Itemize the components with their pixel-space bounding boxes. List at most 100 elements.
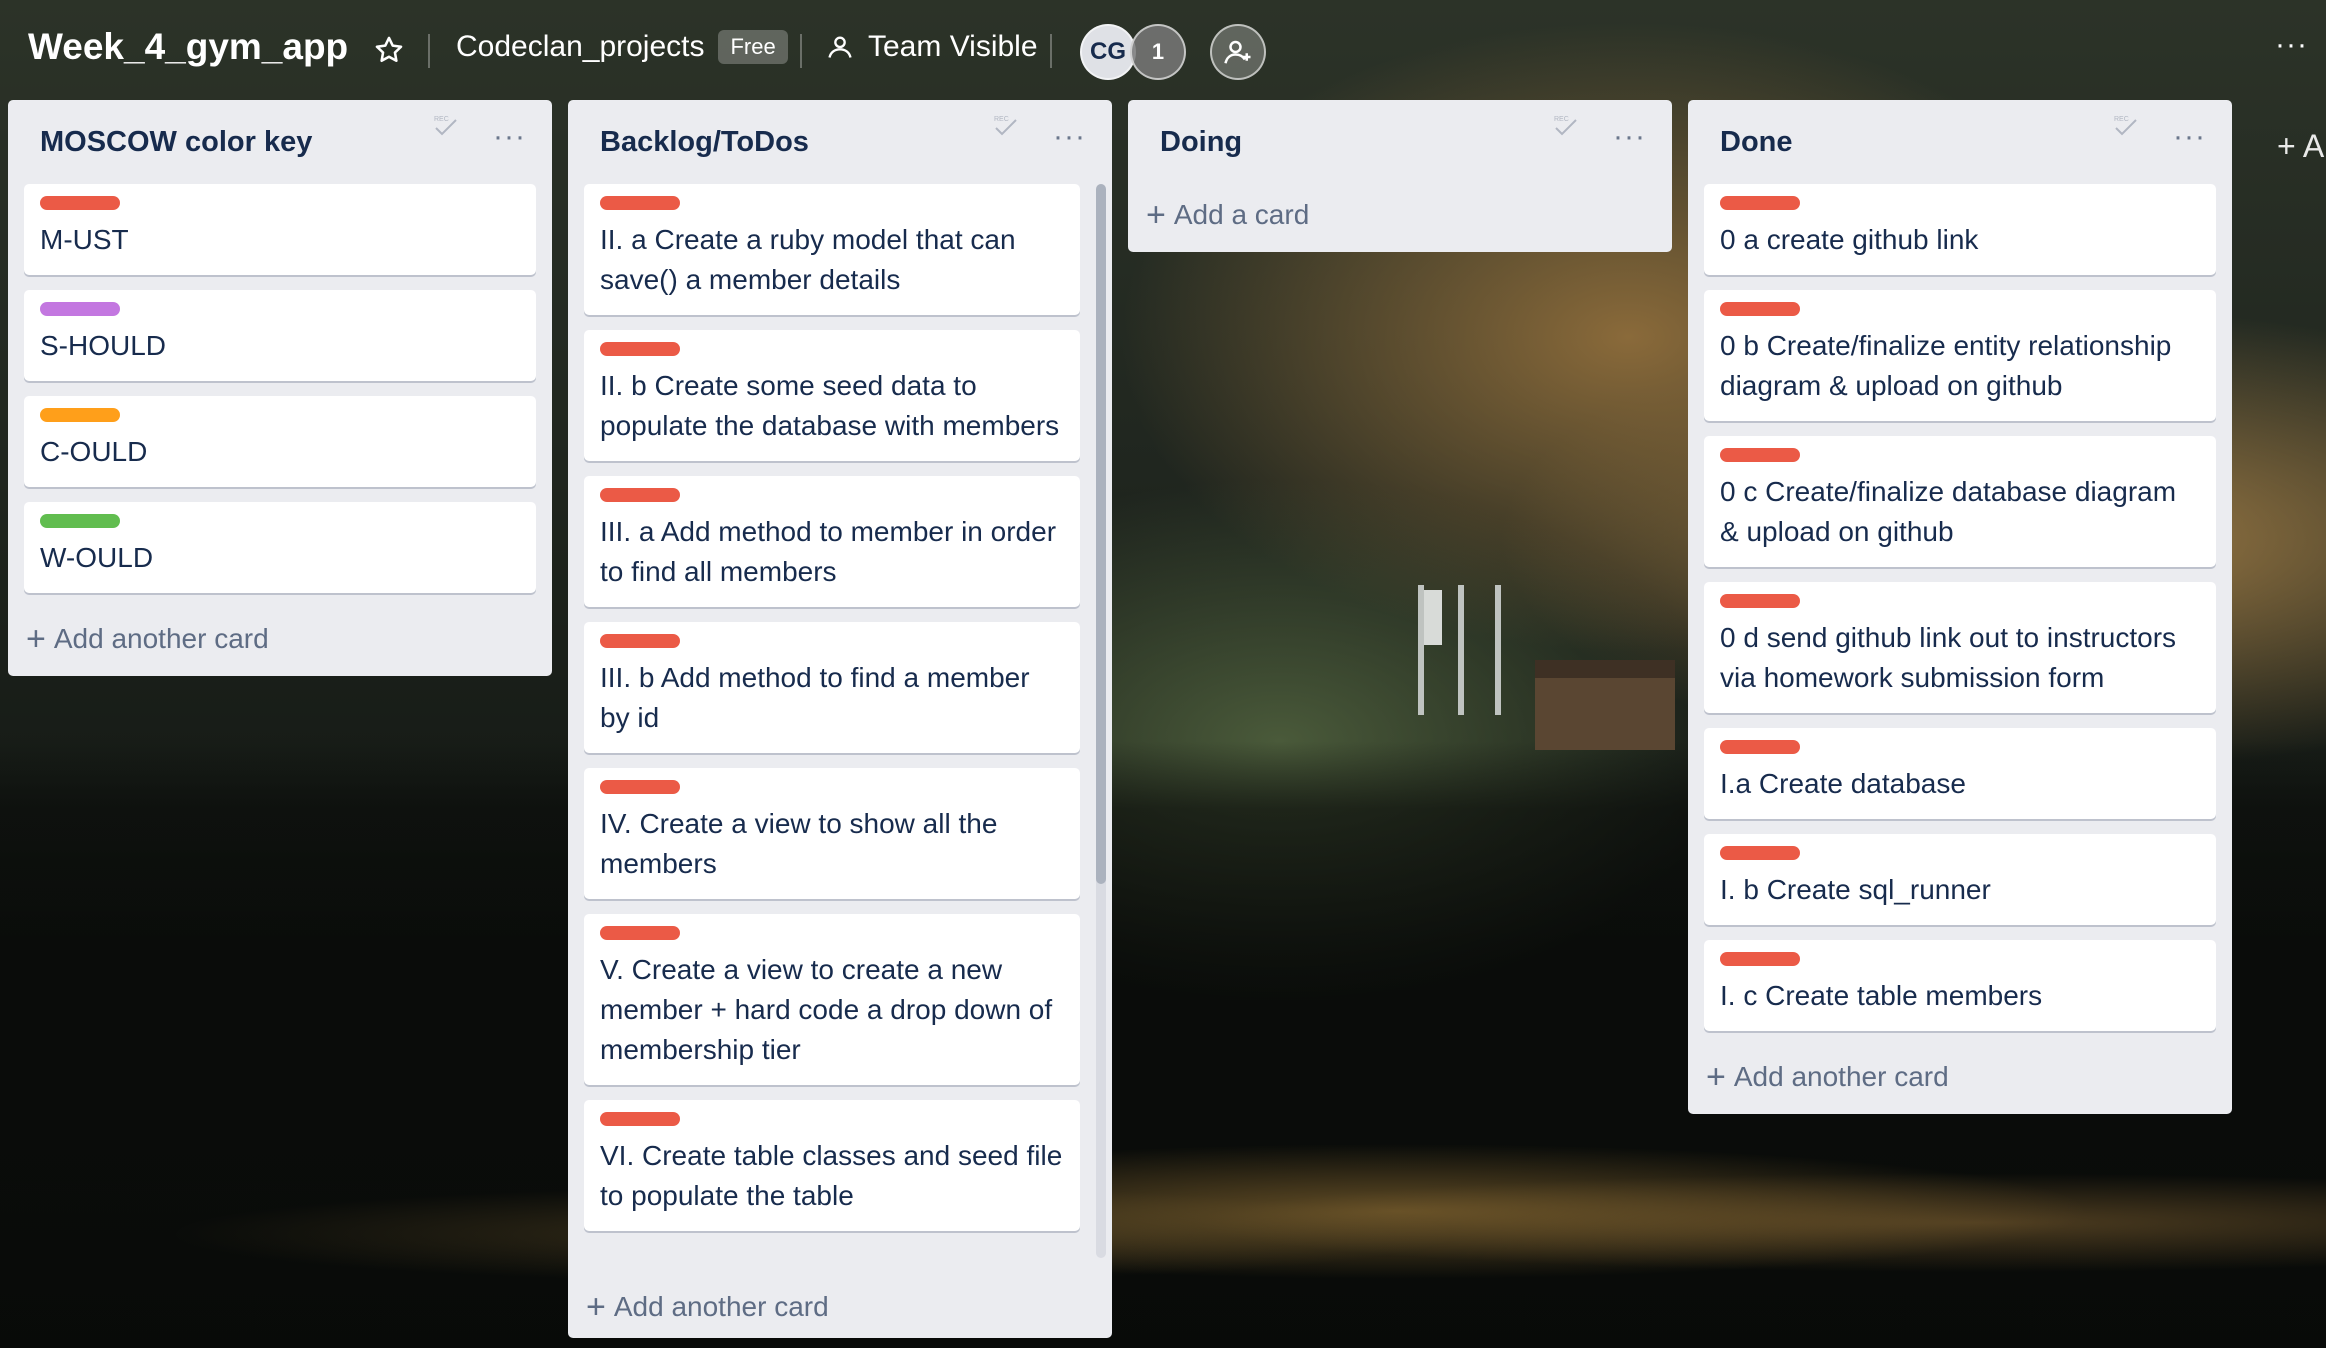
card[interactable]: I. c Create table members <box>1704 940 2216 1031</box>
card-label[interactable] <box>40 514 120 528</box>
card-title: II. a Create a ruby model that can save(… <box>600 224 1016 295</box>
card-title: 0 a create github link <box>1720 224 1979 255</box>
add-member-icon[interactable] <box>1210 24 1266 80</box>
svg-text:REC: REC <box>994 116 1009 123</box>
card-title: I.a Create database <box>1720 768 1966 799</box>
list-title[interactable]: Doing <box>1160 126 1242 159</box>
list-menu-button[interactable]: ··· <box>493 120 526 154</box>
card[interactable]: II. b Create some seed data to populate … <box>584 330 1080 461</box>
add-list-button[interactable]: + A <box>2277 128 2324 165</box>
add-card-button[interactable]: + Add another card <box>1704 1046 2216 1108</box>
list-menu-button[interactable]: ··· <box>1613 120 1646 154</box>
member-initials: CG <box>1090 38 1126 65</box>
workspace-button[interactable]: Codeclan_projects Free <box>456 30 788 64</box>
add-card-button[interactable]: + Add another card <box>24 608 536 670</box>
card[interactable]: III. a Add method to member in order to … <box>584 476 1080 607</box>
list-title[interactable]: Done <box>1720 126 1793 159</box>
record-check-icon: REC <box>2112 112 2142 140</box>
card[interactable]: V. Create a view to create a new member … <box>584 914 1080 1085</box>
list-scrollbar-thumb[interactable] <box>1096 184 1106 884</box>
card-list: II. a Create a ruby model that can save(… <box>568 184 1112 1276</box>
member-count: 1 <box>1151 39 1165 64</box>
card[interactable]: S-HOULD <box>24 290 536 381</box>
record-check-icon: REC <box>992 112 1022 140</box>
card[interactable]: C-OULD <box>24 396 536 487</box>
add-card-label: Add another card <box>53 623 269 654</box>
card[interactable]: II. a Create a ruby model that can save(… <box>584 184 1080 315</box>
star-icon[interactable] <box>372 33 406 67</box>
card-title: III. a Add method to member in order to … <box>600 516 1057 587</box>
list-header[interactable]: MOSCOW color key REC ··· <box>8 100 552 184</box>
background-flagpole <box>1495 585 1501 715</box>
card[interactable]: 0 c Create/finalize database diagram & u… <box>1704 436 2216 567</box>
list-header[interactable]: Backlog/ToDos REC ··· <box>568 100 1112 184</box>
board-title[interactable]: Week_4_gym_app <box>28 26 348 68</box>
board-menu-button[interactable]: ··· <box>2275 28 2308 62</box>
plus-icon: + <box>1146 195 1166 234</box>
card-label[interactable] <box>600 488 680 502</box>
header-divider <box>428 34 430 68</box>
list-menu-button[interactable]: ··· <box>2173 120 2206 154</box>
header-divider <box>1050 34 1052 68</box>
record-check-icon: REC <box>1552 112 1582 140</box>
card[interactable]: 0 a create github link <box>1704 184 2216 275</box>
card-title: 0 d send github link out to instructors … <box>1720 622 2177 693</box>
list-title[interactable]: Backlog/ToDos <box>600 126 809 159</box>
background-flagpole <box>1458 585 1464 715</box>
card-label[interactable] <box>1720 952 1800 966</box>
card-label[interactable] <box>40 302 120 316</box>
card[interactable]: III. b Add method to find a member by id <box>584 622 1080 753</box>
card[interactable]: VI. Create table classes and seed file t… <box>584 1100 1080 1231</box>
card-label[interactable] <box>600 196 680 210</box>
card-label[interactable] <box>1720 594 1800 608</box>
add-card-button[interactable]: + Add a card <box>1144 184 1656 246</box>
visibility-button[interactable]: Team Visible <box>826 30 1038 64</box>
card-label[interactable] <box>600 926 680 940</box>
card-label[interactable] <box>1720 846 1800 860</box>
card-title: II. b Create some seed data to populate … <box>600 370 1060 441</box>
list-title[interactable]: MOSCOW color key <box>40 126 312 159</box>
add-card-button[interactable]: + Add another card <box>584 1276 1096 1338</box>
lake-reflection <box>0 1120 2326 1348</box>
card-label[interactable] <box>40 196 120 210</box>
card[interactable]: IV. Create a view to show all the member… <box>584 768 1080 899</box>
plan-badge: Free <box>718 30 788 64</box>
card-label[interactable] <box>1720 196 1800 210</box>
card-title: IV. Create a view to show all the member… <box>600 808 998 879</box>
svg-text:REC: REC <box>434 116 449 123</box>
card-title: III. b Add method to find a member by id <box>600 662 1030 733</box>
add-card-label: Add another card <box>613 1291 829 1322</box>
list-0[interactable]: MOSCOW color key REC ··· M-UST S-HOULD C-OULD… <box>8 100 552 676</box>
card-title: VI. Create table classes and seed file t… <box>600 1140 1063 1211</box>
card[interactable]: M-UST <box>24 184 536 275</box>
card[interactable]: I. b Create sql_runner <box>1704 834 2216 925</box>
list-3[interactable]: Done REC ··· 0 a create github link 0 b Crea… <box>1688 100 2232 1114</box>
record-check-icon: REC <box>432 112 462 140</box>
list-1[interactable]: Backlog/ToDos REC ··· II. a Create a ruby m… <box>568 100 1112 1338</box>
card-list: M-UST S-HOULD C-OULD W-OULD <box>8 184 552 593</box>
card-label[interactable] <box>600 1112 680 1126</box>
member-count-badge[interactable]: 1 <box>1130 24 1186 80</box>
card-title: S-HOULD <box>40 330 167 361</box>
list-header[interactable]: Done REC ··· <box>1688 100 2232 184</box>
card-label[interactable] <box>600 342 680 356</box>
card[interactable]: I.a Create database <box>1704 728 2216 819</box>
card[interactable]: 0 d send github link out to instructors … <box>1704 582 2216 713</box>
card[interactable]: 0 b Create/finalize entity relationship … <box>1704 290 2216 421</box>
card-label[interactable] <box>40 408 120 422</box>
member-avatar[interactable]: CG <box>1080 24 1136 80</box>
card-label[interactable] <box>600 780 680 794</box>
card-label[interactable] <box>1720 302 1800 316</box>
card[interactable]: W-OULD <box>24 502 536 593</box>
card-label[interactable] <box>600 634 680 648</box>
card-label[interactable] <box>1720 740 1800 754</box>
list-header[interactable]: Doing REC ··· <box>1128 100 1672 184</box>
list-2[interactable]: Doing REC ··· + Add a card <box>1128 100 1672 252</box>
card-title: W-OULD <box>40 542 154 573</box>
card-label[interactable] <box>1720 448 1800 462</box>
workspace-name: Codeclan_projects <box>456 30 705 63</box>
card-title: 0 c Create/finalize database diagram & u… <box>1720 476 2177 547</box>
list-menu-button[interactable]: ··· <box>1053 120 1086 154</box>
plus-icon: + <box>586 1287 606 1326</box>
card-title: I. c Create table members <box>1720 980 2043 1011</box>
